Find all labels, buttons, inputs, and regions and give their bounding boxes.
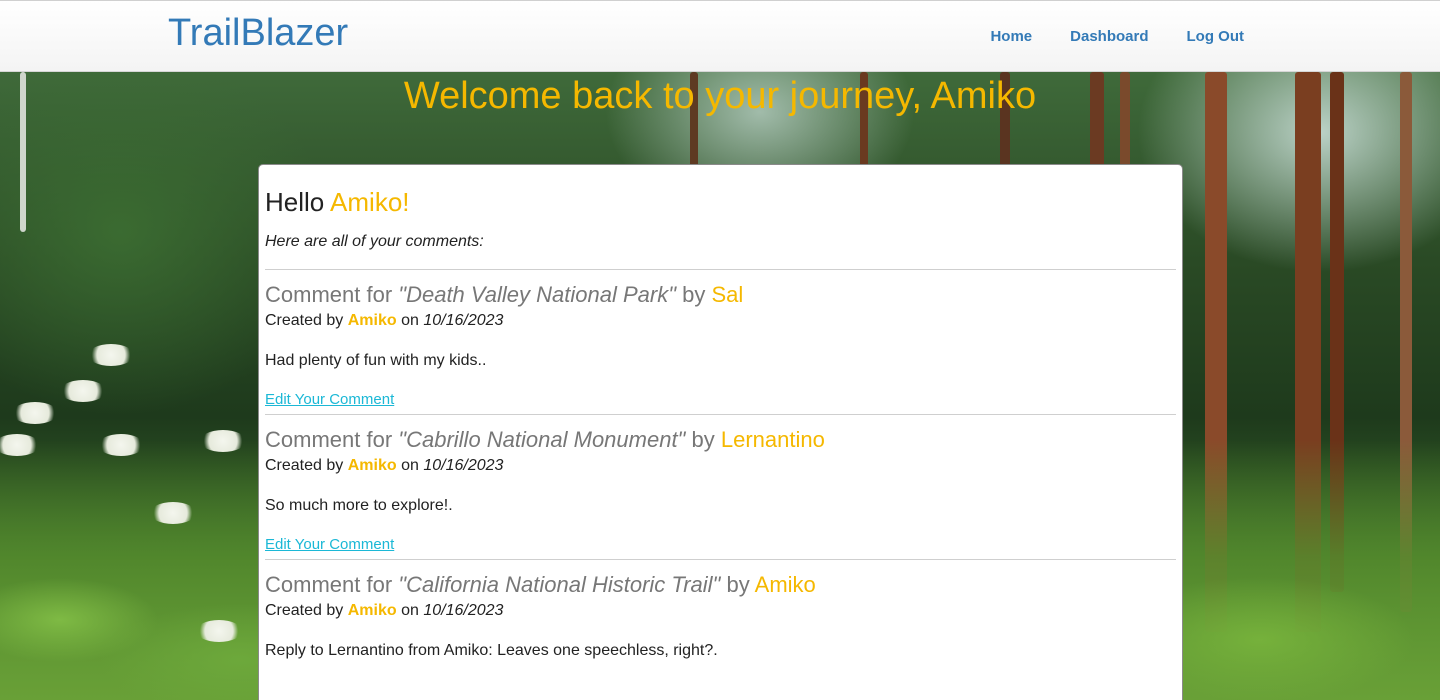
by-word: by bbox=[726, 572, 750, 597]
comment-meta: Created by Amiko on 10/16/2023 bbox=[265, 310, 1176, 332]
created-by-word: Created by bbox=[265, 602, 344, 619]
comment-body: Reply to Lernantino from Amiko: Leaves o… bbox=[265, 642, 718, 659]
nav-link-logout[interactable]: Log Out bbox=[1187, 27, 1244, 47]
comment-prefix: Comment for bbox=[265, 572, 393, 597]
edit-comment-link[interactable]: Edit Your Comment bbox=[265, 390, 394, 410]
comment-item: Comment for "California National Histori… bbox=[265, 559, 1176, 700]
brand-logo-link[interactable]: TrailBlazer bbox=[168, 11, 348, 55]
comment-created-by: Amiko bbox=[347, 602, 397, 619]
place-author: Amiko bbox=[754, 572, 816, 597]
comment-date: 10/16/2023 bbox=[423, 602, 504, 619]
comment-place: "California National Historic Trail" bbox=[398, 572, 721, 597]
comment-title: Comment for "California National Histori… bbox=[265, 572, 1176, 598]
created-by-word: Created by bbox=[265, 457, 344, 474]
comment-meta: Created by Amiko on 10/16/2023 bbox=[265, 455, 1176, 477]
comment-item: Comment for "Death Valley National Park"… bbox=[265, 269, 1176, 414]
comment-body: Had plenty of fun with my kids.. bbox=[265, 352, 487, 369]
comment-title: Comment for "Death Valley National Park"… bbox=[265, 282, 1176, 308]
comment-place: "Cabrillo National Monument" bbox=[398, 427, 686, 452]
greeting-word: Hello bbox=[265, 187, 325, 217]
nav-links: Home Dashboard Log Out bbox=[990, 27, 1244, 47]
top-navbar: TrailBlazer Home Dashboard Log Out bbox=[0, 0, 1440, 72]
comment-list: Comment for "Death Valley National Park"… bbox=[265, 269, 1176, 700]
nav-link-dashboard[interactable]: Dashboard bbox=[1070, 27, 1148, 47]
comment-place: "Death Valley National Park" bbox=[398, 282, 676, 307]
created-by-word: Created by bbox=[265, 312, 344, 329]
on-word: on bbox=[401, 312, 419, 329]
comment-prefix: Comment for bbox=[265, 427, 393, 452]
welcome-heading: Welcome back to your journey, Amiko bbox=[403, 75, 1037, 117]
greeting-heading: Hello Amiko! bbox=[265, 185, 1176, 219]
comment-prefix: Comment for bbox=[265, 282, 393, 307]
by-word: by bbox=[691, 427, 715, 452]
place-author: Sal bbox=[711, 282, 744, 307]
on-word: on bbox=[401, 457, 419, 474]
greeting-user-name: Amiko! bbox=[330, 187, 410, 217]
place-author: Lernantino bbox=[720, 427, 825, 452]
comments-card: Hello Amiko! Here are all of your commen… bbox=[258, 164, 1183, 700]
comments-intro: Here are all of your comments: bbox=[265, 233, 484, 250]
comment-body: So much more to explore!. bbox=[265, 497, 453, 514]
comment-item: Comment for "Cabrillo National Monument"… bbox=[265, 414, 1176, 559]
comment-created-by: Amiko bbox=[347, 312, 397, 329]
comment-created-by: Amiko bbox=[347, 457, 397, 474]
comment-date: 10/16/2023 bbox=[423, 457, 504, 474]
comment-meta: Created by Amiko on 10/16/2023 bbox=[265, 600, 1176, 622]
nav-link-home[interactable]: Home bbox=[990, 27, 1032, 47]
on-word: on bbox=[401, 602, 419, 619]
edit-comment-link[interactable]: Edit Your Comment bbox=[265, 535, 394, 555]
by-word: by bbox=[682, 282, 706, 307]
comment-title: Comment for "Cabrillo National Monument"… bbox=[265, 427, 1176, 453]
comment-date: 10/16/2023 bbox=[423, 312, 504, 329]
